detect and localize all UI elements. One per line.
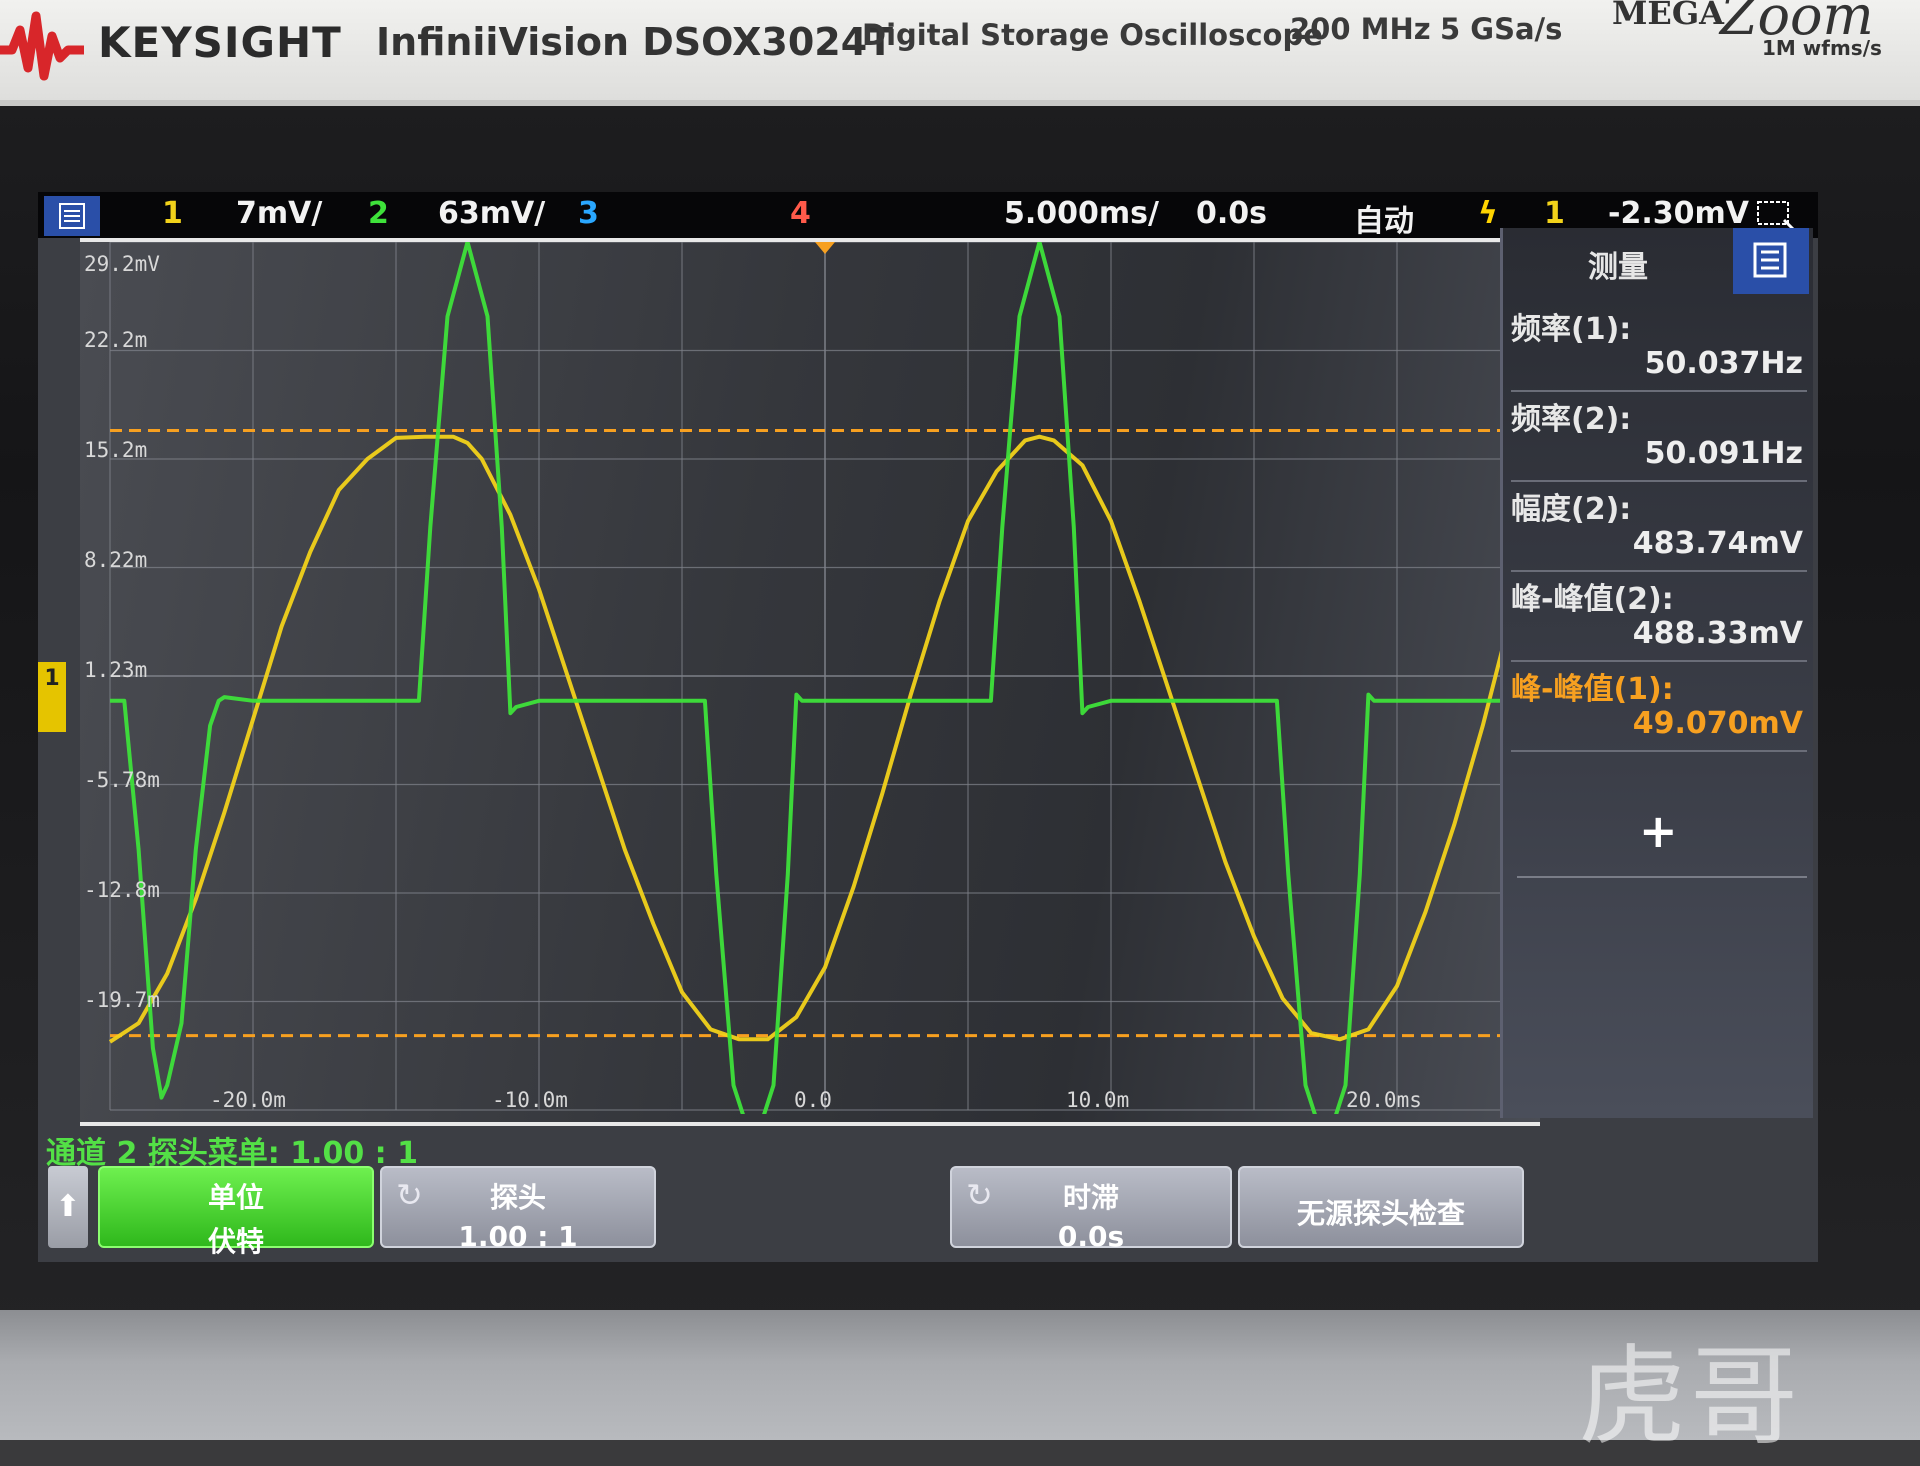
units-softkey-label: 单位: [207, 1181, 264, 1214]
x-tick-label: 20.0ms: [1346, 1088, 1422, 1112]
y-tick-label: 22.2m: [84, 328, 148, 352]
y-tick-label: -19.7m: [84, 988, 160, 1012]
add-measurement-button[interactable]: +: [1639, 804, 1678, 858]
x-tick-label: -20.0m: [210, 1088, 286, 1112]
measurement-label: 频率(2):: [1511, 402, 1632, 437]
measurement-value: 49.070mV: [1632, 706, 1803, 741]
megazoom-update-rate: 1M wfms/s: [1762, 36, 1882, 60]
model-name: InfiniiVision DSOX3024T: [376, 20, 894, 64]
trigger-source[interactable]: 1: [1544, 196, 1565, 231]
y-tick-label: 1.23m: [84, 658, 148, 682]
skew-softkey-value: 0.0s: [1057, 1220, 1125, 1253]
menu-list-icon: [59, 203, 85, 229]
ch3-label[interactable]: 3: [578, 196, 599, 231]
passive-probe-check-softkey[interactable]: 无源探头检查: [1238, 1166, 1524, 1248]
measurement-value: 488.33mV: [1632, 616, 1803, 651]
measurement-item[interactable]: 幅度(2): 483.74mV: [1511, 482, 1807, 572]
y-tick-label: 8.22m: [84, 548, 148, 572]
y-tick-label: 15.2m: [84, 438, 148, 462]
measurement-item[interactable]: 频率(1): 50.037Hz: [1511, 302, 1807, 392]
trigger-level[interactable]: -2.30mV: [1608, 196, 1749, 231]
keysight-wave-logo-icon: [0, 11, 84, 81]
measurement-label: 峰-峰值(2):: [1511, 582, 1674, 617]
y-tick-label: 29.2mV: [84, 252, 160, 276]
waveform-svg: [108, 242, 1540, 1114]
graticule: [109, 242, 1540, 1111]
x-tick-label: 10.0m: [1066, 1088, 1130, 1112]
y-tick-label: -5.78m: [84, 768, 160, 792]
x-tick-label: 0.0: [794, 1088, 832, 1112]
instrument-header: KEYSIGHT InfiniiVision DSOX3024T Digital…: [0, 0, 1920, 112]
y-tick-label: -12.8m: [84, 878, 160, 902]
measurement-item[interactable]: 频率(2): 50.091Hz: [1511, 392, 1807, 482]
ch1-ground-marker[interactable]: 1: [38, 662, 66, 732]
waveform-display[interactable]: 29.2mV 22.2m 15.2m 8.22m 1.23m -5.78m -1…: [80, 238, 1540, 1126]
model-description: Digital Storage Oscilloscope: [862, 18, 1323, 52]
passive-probe-check-label: 无源探头检查: [1296, 1197, 1465, 1230]
x-tick-label: -10.0m: [492, 1088, 568, 1112]
measurement-item[interactable]: 峰-峰值(1): 49.070mV: [1511, 662, 1807, 752]
skew-softkey[interactable]: ↻ 时滞 0.0s: [950, 1166, 1232, 1253]
probe-softkey-value: 1.00 : 1: [458, 1220, 578, 1253]
trigger-edge-icon: ϟ: [1478, 196, 1498, 231]
ch2-label[interactable]: 2: [368, 196, 389, 231]
measurement-divider: [1517, 876, 1807, 878]
measurement-item[interactable]: 峰-峰值(2): 488.33mV: [1511, 572, 1807, 662]
measurement-menu-button[interactable]: [1733, 228, 1809, 294]
measurement-panel-title: 测量: [1588, 250, 1648, 285]
measurement-value: 50.037Hz: [1644, 346, 1803, 381]
ch1-label[interactable]: 1: [162, 196, 183, 231]
time-delay[interactable]: 0.0s: [1196, 196, 1267, 231]
rotate-knob-icon: ↻: [966, 1176, 993, 1214]
model-bandwidth: 200 MHz: [1290, 12, 1431, 46]
oscilloscope-screen: 1 7mV/ 2 63mV/ 3 4 5.000ms/ 0.0s 自动 ϟ 1 …: [38, 192, 1818, 1262]
units-softkey[interactable]: 单位 伏特: [98, 1166, 374, 1258]
model-sample-rate: 5 GSa/s: [1440, 12, 1563, 46]
rotate-knob-icon: ↻: [396, 1176, 423, 1214]
units-softkey-value: 伏特: [207, 1225, 264, 1258]
ch1-ground-marker-label: 1: [44, 666, 60, 691]
watermark: 虎哥: [1578, 1335, 1803, 1460]
menu-list-icon: [1753, 242, 1787, 278]
measurement-value: 50.091Hz: [1644, 436, 1803, 471]
trigger-mode[interactable]: 自动: [1354, 196, 1414, 240]
timebase-scale[interactable]: 5.000ms/: [1004, 196, 1159, 231]
ch4-label[interactable]: 4: [790, 196, 811, 231]
measurement-label: 幅度(2):: [1511, 492, 1632, 527]
ch1-scale[interactable]: 7mV/: [236, 196, 322, 231]
trigger-position-marker: [815, 242, 835, 254]
main-menu-button[interactable]: [44, 196, 100, 236]
megazoom-logo-word: MEGA: [1612, 0, 1724, 32]
measurement-panel: 测量 频率(1): 50.037Hz 频率(2): 50.091Hz 幅度(2)…: [1500, 228, 1813, 1118]
ch2-scale[interactable]: 63mV/: [438, 196, 545, 231]
probe-ratio-softkey[interactable]: ↻ 探头 1.00 : 1: [380, 1166, 656, 1253]
skew-softkey-label: 时滞: [1062, 1181, 1119, 1214]
measurement-label: 峰-峰值(1):: [1511, 672, 1674, 707]
brand-name: KEYSIGHT: [98, 18, 342, 67]
measurement-value: 483.74mV: [1632, 526, 1803, 561]
measurement-label: 频率(1):: [1511, 312, 1632, 347]
menu-back-button[interactable]: ⬆: [48, 1166, 88, 1248]
up-arrow-icon: ⬆: [55, 1189, 81, 1224]
